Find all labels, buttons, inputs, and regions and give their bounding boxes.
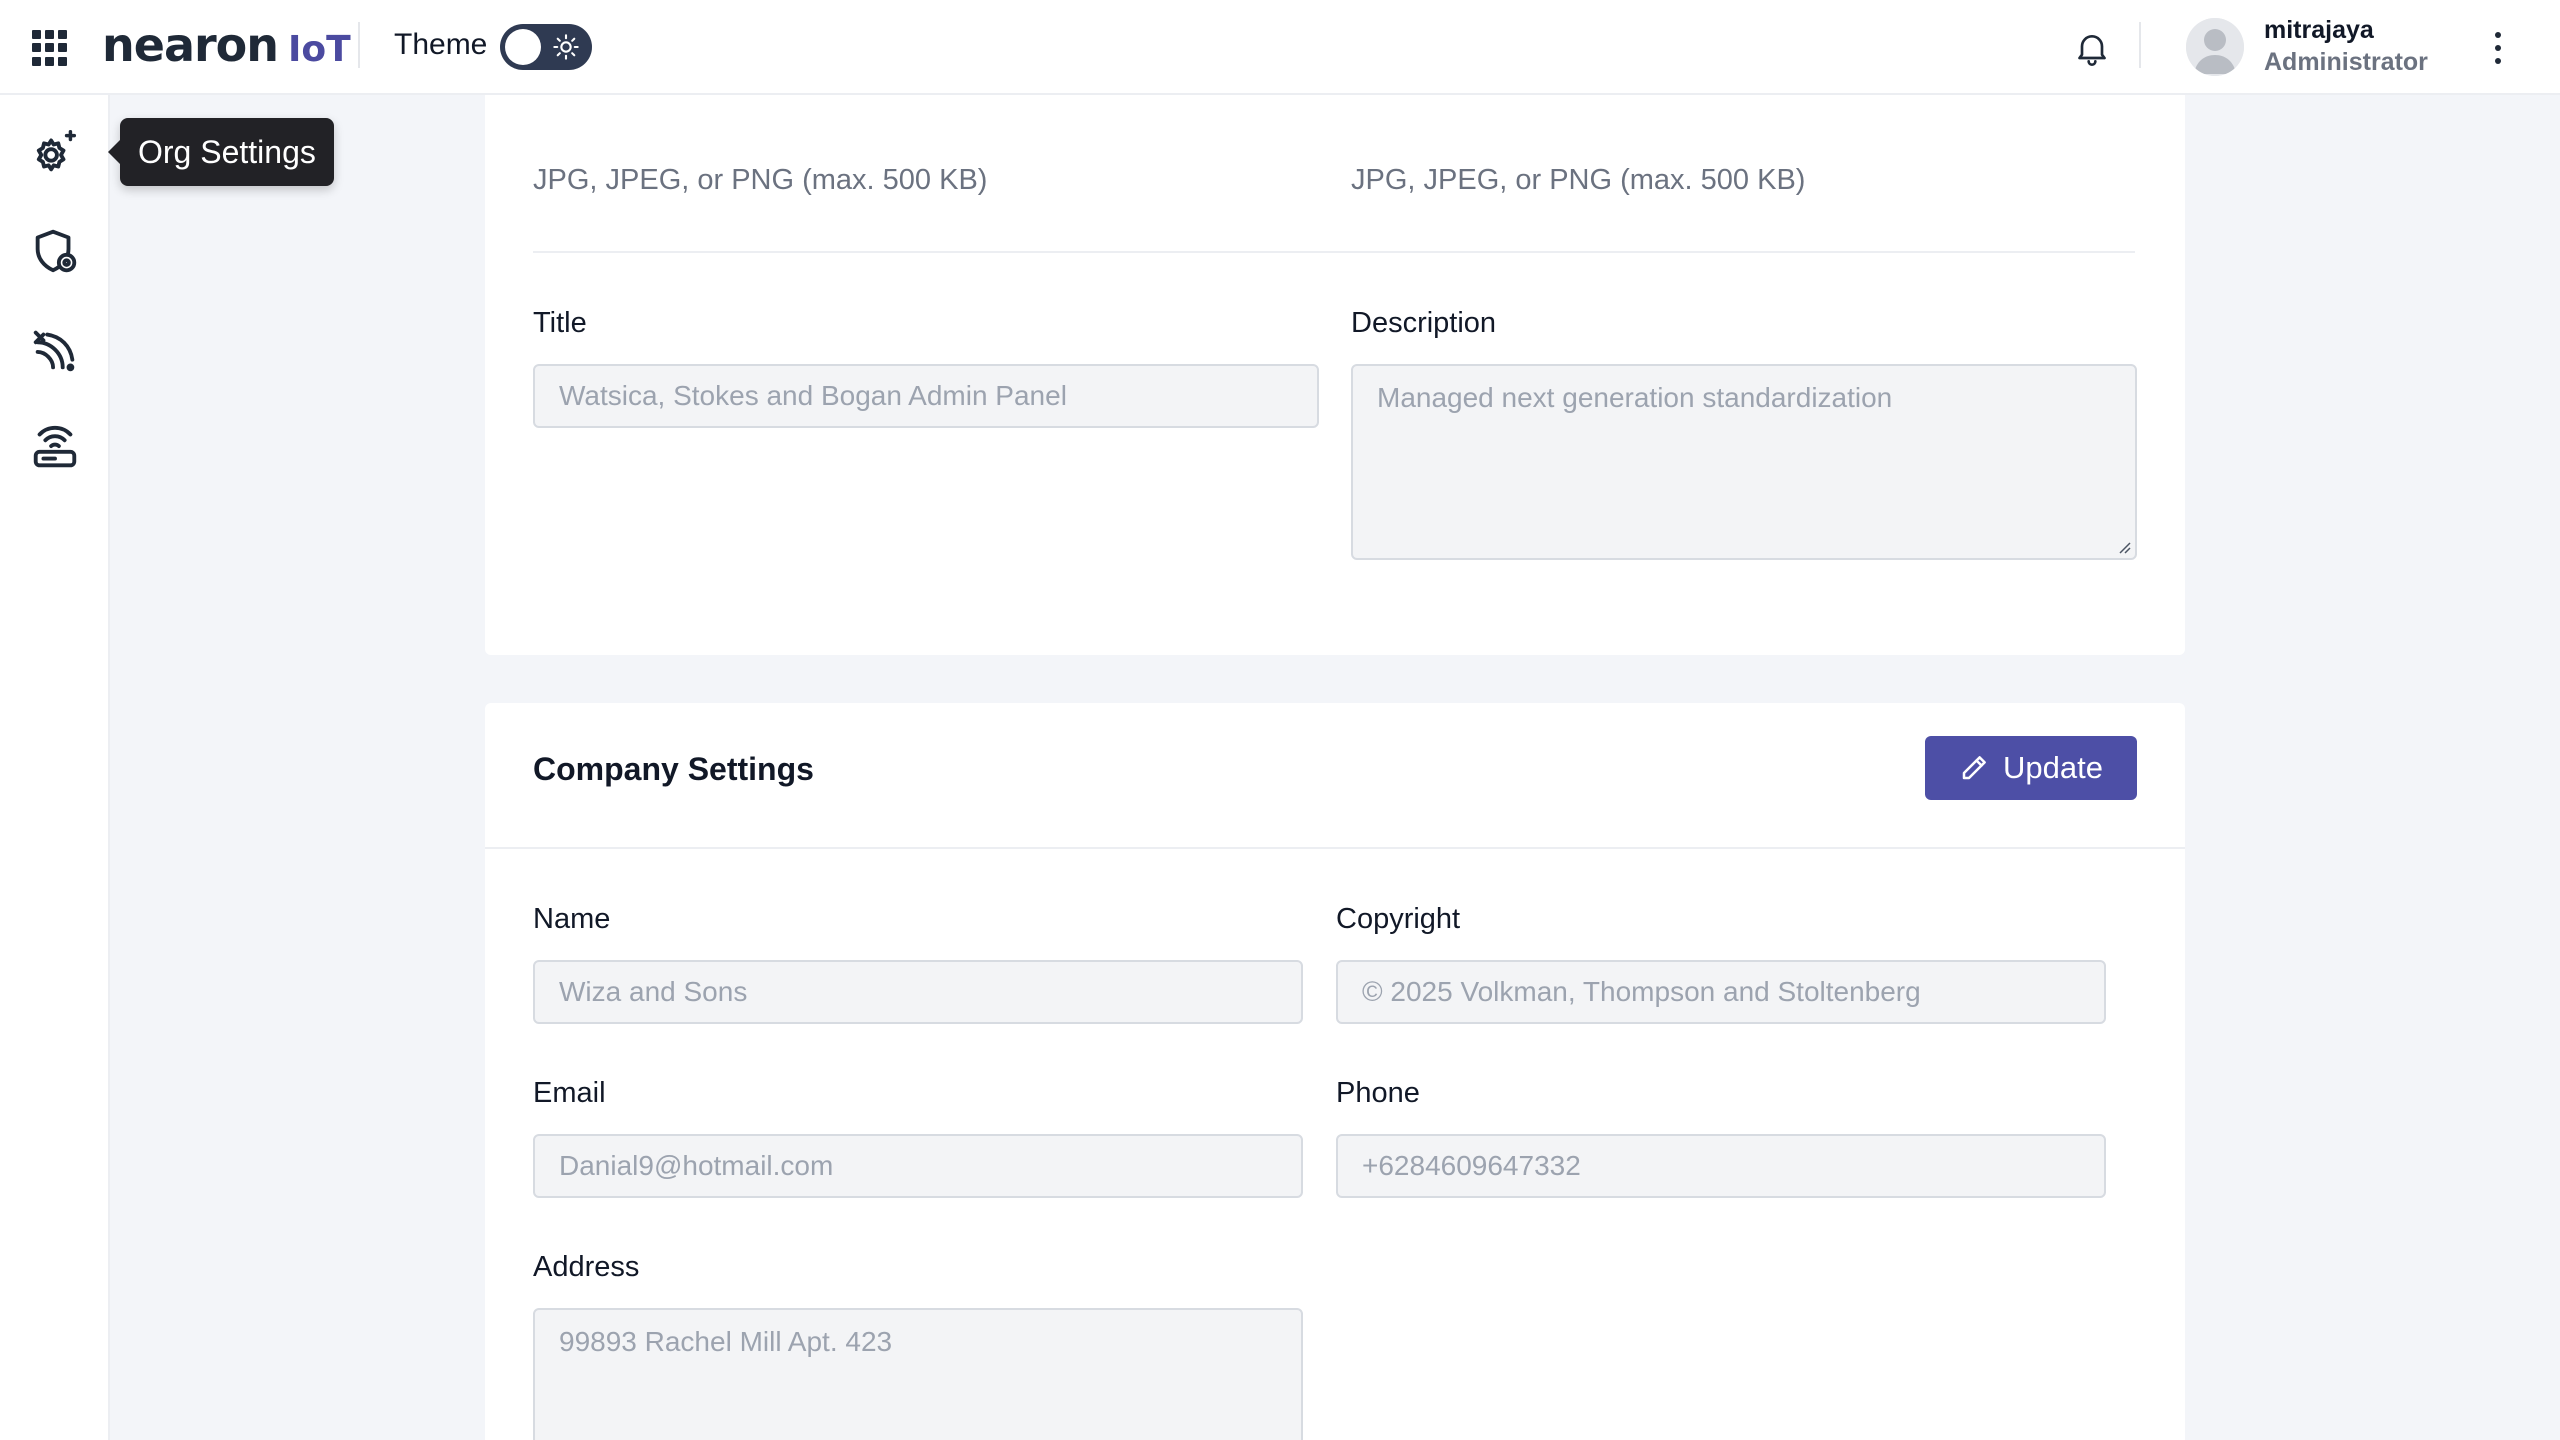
name-input[interactable]: Wiza and Sons [533,960,1303,1024]
sidebar [0,95,110,1440]
description-textarea[interactable]: Managed next generation standardization [1351,364,2137,560]
address-placeholder: 99893 Rachel Mill Apt. 423 [559,1326,893,1357]
logo-brand: nearon [102,18,279,72]
update-button-label: Update [2003,750,2103,785]
description-label: Description [1351,307,1497,339]
app-logo[interactable]: nearon IoT [102,18,351,78]
phone-input[interactable]: +6284609647332 [1336,1134,2106,1198]
favicon-file-hint: JPG, JPEG, or PNG (max. 500 KB) [1351,164,1806,196]
theme-label: Theme [394,28,488,61]
description-placeholder: Managed next generation standardization [1377,382,1893,413]
section-divider [533,251,2135,253]
top-bar: nearon IoT Theme mitrajaya Administrator [0,0,2560,95]
company-settings-title: Company Settings [533,751,814,787]
apps-grid-icon[interactable] [32,30,68,66]
user-avatar-icon [2186,18,2244,76]
header-divider [358,22,360,68]
shield-settings-icon[interactable] [28,224,82,278]
org-settings-gear-icon[interactable] [28,126,82,180]
header-divider-right [2139,22,2141,68]
router-wifi-icon[interactable] [28,421,82,475]
branding-card: JPG, JPEG, or PNG (max. 500 KB) JPG, JPE… [485,0,2185,655]
address-label: Address [533,1251,640,1283]
title-placeholder: Watsica, Stokes and Bogan Admin Panel [559,380,1067,411]
email-label: Email [533,1077,606,1109]
signal-waves-icon[interactable] [28,323,82,377]
more-options-icon[interactable] [2480,26,2516,70]
email-placeholder: Danial9@hotmail.com [559,1150,834,1181]
phone-placeholder: +6284609647332 [1362,1150,1581,1181]
org-settings-tooltip: Org Settings [108,118,334,186]
title-input[interactable]: Watsica, Stokes and Bogan Admin Panel [533,364,1319,428]
copyright-placeholder: © 2025 Volkman, Thompson and Stoltenberg [1362,976,1921,1007]
user-role: Administrator [2264,48,2428,76]
notification-bell-icon[interactable] [2072,28,2112,68]
user-name[interactable]: mitrajaya [2264,16,2374,45]
logo-file-hint: JPG, JPEG, or PNG (max. 500 KB) [533,164,988,196]
toggle-knob [505,29,541,65]
company-settings-card: Company Settings Update Name Wiza and So… [485,703,2185,1440]
copyright-label: Copyright [1336,903,1461,935]
name-label: Name [533,903,611,935]
address-textarea[interactable]: 99893 Rachel Mill Apt. 423 [533,1308,1303,1440]
copyright-input[interactable]: © 2025 Volkman, Thompson and Stoltenberg [1336,960,2106,1024]
avatar[interactable] [2186,18,2244,76]
email-input[interactable]: Danial9@hotmail.com [533,1134,1303,1198]
logo-suffix: IoT [288,29,351,70]
update-button[interactable]: Update [1925,736,2137,800]
pencil-icon [1962,756,1986,780]
name-placeholder: Wiza and Sons [559,976,748,1007]
phone-label: Phone [1336,1077,1420,1109]
theme-toggle[interactable] [500,24,592,70]
resize-grip-icon[interactable] [2117,540,2131,554]
card-header-divider [485,847,2185,849]
sun-icon [553,34,579,60]
title-label: Title [533,307,587,339]
